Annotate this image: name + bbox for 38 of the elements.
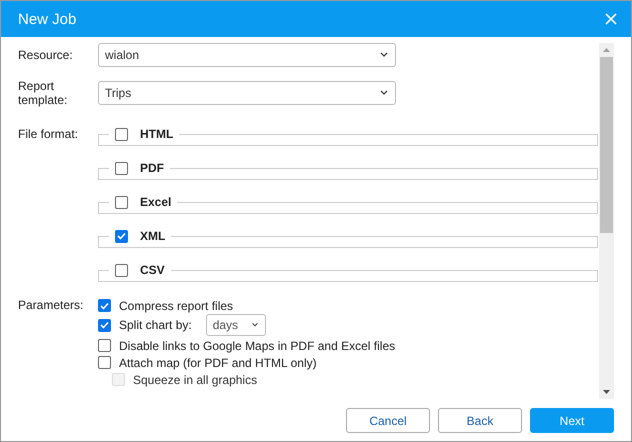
checkbox[interactable] (115, 264, 128, 276)
checkbox-label: Split chart by: (119, 318, 192, 332)
resource-select[interactable]: wialon (98, 43, 396, 67)
checkbox[interactable] (98, 299, 111, 312)
field-label: Parameters: (18, 297, 84, 312)
chevron-down-icon (379, 90, 389, 96)
dialog-button[interactable]: Cancel (346, 408, 430, 433)
checkbox-label: Attach map (for PDF and HTML only) (119, 356, 317, 370)
checkmark-icon (100, 321, 109, 329)
format-label: HTML (140, 127, 174, 141)
template-select[interactable]: Trips (98, 81, 396, 105)
format-label: PDF (140, 161, 164, 175)
format-label: CSV (140, 263, 165, 277)
scroll-thumb[interactable] (600, 57, 613, 233)
checkbox-label: Squeeze in all graphics (133, 372, 258, 386)
chevron-down-icon (250, 322, 259, 328)
checkbox[interactable] (115, 230, 128, 242)
close-icon[interactable] (605, 13, 617, 25)
format-label: Excel (140, 195, 172, 209)
checkbox[interactable] (98, 318, 111, 332)
checkbox-label: Disable links to Google Maps in PDF and Excel files (119, 338, 396, 352)
format-label: XML (140, 229, 166, 243)
checkbox[interactable] (115, 196, 128, 208)
window-title: New Job (18, 10, 76, 28)
field-label: Resource: (18, 48, 74, 62)
scrollbar[interactable] (599, 43, 614, 399)
checkbox-label: Compress report files (119, 298, 234, 312)
field-label: File format: (18, 126, 80, 141)
dialog-button[interactable]: Back (438, 408, 522, 433)
split-select[interactable]: days (206, 314, 266, 336)
checkbox[interactable] (115, 128, 128, 140)
checkmark-icon (100, 302, 109, 310)
checkbox[interactable] (98, 356, 111, 369)
field-label: Report template: (18, 79, 68, 107)
checkbox[interactable] (98, 339, 111, 352)
checkmark-icon (117, 232, 126, 240)
chevron-down-icon (379, 52, 389, 58)
checkbox[interactable] (115, 162, 128, 174)
